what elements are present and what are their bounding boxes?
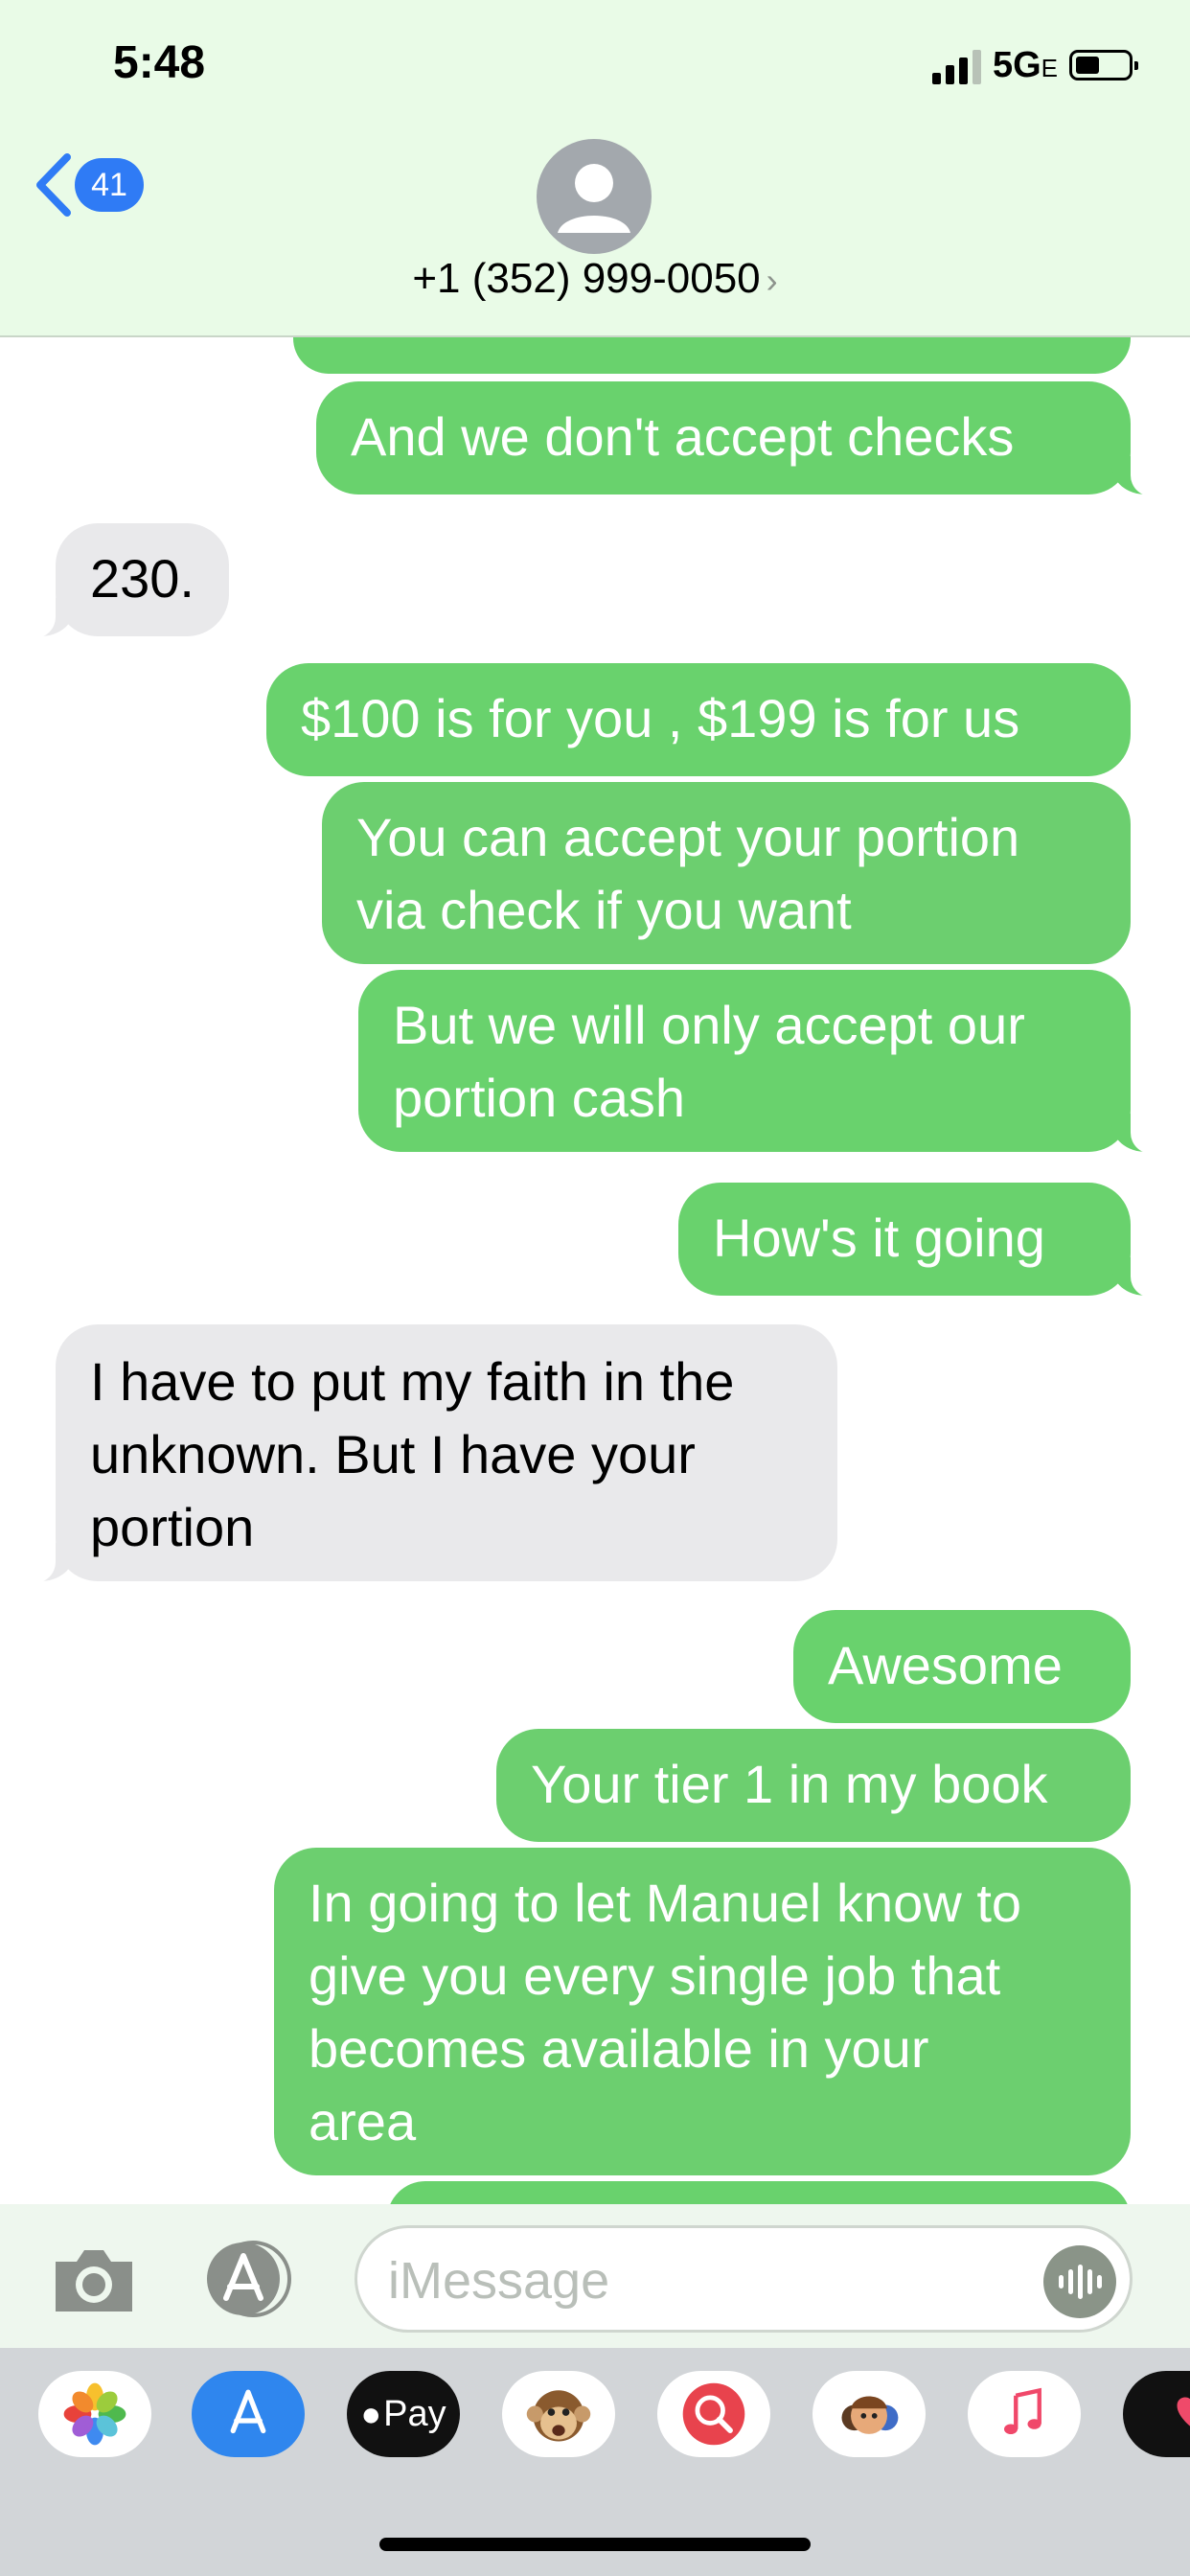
message-bubble-incoming[interactable]: 230. — [19, 523, 229, 638]
photos-icon[interactable] — [38, 2371, 151, 2457]
message-bubble-outgoing[interactable]: $100 is for you , $199 is for us — [266, 663, 1131, 776]
message-input[interactable] — [386, 2245, 1013, 2316]
contact-name-button[interactable]: +1 (352) 999-0050 › — [0, 255, 1190, 303]
message-text-line: give you every single job that — [309, 1945, 1001, 2006]
message-bubble-outgoing[interactable]: And we don't accept checks — [316, 381, 1167, 496]
message-text-line: You can accept your portion — [356, 807, 1020, 867]
music-icon[interactable] — [968, 2371, 1081, 2457]
chevron-left-icon — [36, 153, 71, 217]
message-text: Awesome — [828, 1635, 1063, 1695]
imessage-field[interactable] — [355, 2225, 1133, 2333]
message-text-line: portion — [90, 1497, 255, 1557]
back-button[interactable]: 41 — [29, 151, 144, 218]
message-bubble-outgoing[interactable]: Your tier 1 in my book — [496, 1729, 1131, 1842]
memoji-icon[interactable] — [812, 2371, 926, 2457]
message-text-line: But we will only accept our — [393, 995, 1025, 1055]
message-bubble-outgoing[interactable]: cash — [293, 337, 1131, 374]
contact-avatar[interactable] — [537, 139, 652, 254]
message-bubble-outgoing[interactable]: Awesome — [793, 1610, 1131, 1723]
message-text: cash — [328, 337, 1096, 341]
chevron-right-icon: › — [766, 261, 778, 300]
message-text-line: via check if you want — [356, 880, 852, 940]
message-text: $100 is for you , $199 is for us — [301, 688, 1020, 748]
digital-touch-icon[interactable] — [1123, 2371, 1190, 2457]
message-text: How's it going — [713, 1208, 1045, 1268]
cellular-signal-icon — [931, 46, 981, 84]
camera-icon[interactable] — [48, 2242, 140, 2317]
message-text: Your tier 1 in my book — [531, 1754, 1048, 1814]
message-text-line: becomes available in your — [309, 2018, 929, 2079]
message-text-line: I have to put my faith in the — [90, 1351, 735, 1412]
status-time: 5:48 — [113, 37, 206, 88]
message-bubble-outgoing[interactable]: You can accept your portion via check if… — [322, 782, 1131, 964]
message-text-line: portion cash — [393, 1068, 686, 1128]
network-suffix: E — [1041, 53, 1058, 82]
animoji-icon[interactable] — [502, 2371, 615, 2457]
message-bubble-outgoing[interactable]: How's it going — [678, 1183, 1167, 1298]
message-bubble-incoming[interactable]: I have to put my faith in the unknown. B… — [19, 1324, 837, 1583]
audio-waveform-icon[interactable] — [1043, 2245, 1116, 2318]
network-type: 5GE — [993, 45, 1058, 86]
message-text-line: area — [309, 2091, 417, 2151]
contact-number: +1 (352) 999-0050 — [412, 255, 761, 302]
apple-logo-icon: ● — [360, 2394, 382, 2433]
message-bubble-outgoing[interactable]: But we will only accept our portion cash — [358, 970, 1167, 1154]
message-text: 230. — [90, 548, 195, 609]
home-indicator[interactable] — [379, 2538, 811, 2551]
message-bubble-outgoing[interactable]: In going to let Manuel know to give you … — [274, 1848, 1131, 2175]
apple-pay-icon[interactable]: ● Pay — [347, 2371, 460, 2457]
unread-count-badge: 41 — [75, 158, 144, 212]
person-icon — [558, 164, 630, 233]
app-store-icon[interactable] — [192, 2371, 305, 2457]
conversation-header: 5:48 5GE 41 +1 (352) 999-0050 › — [0, 0, 1190, 337]
message-text-line: In going to let Manuel know to — [309, 1873, 1022, 1933]
network-label: 5G — [992, 44, 1041, 85]
app-store-button-icon[interactable] — [199, 2239, 299, 2319]
battery-icon — [1069, 50, 1138, 80]
message-composer — [0, 2204, 1190, 2348]
apple-pay-label: Pay — [383, 2393, 446, 2434]
web-search-icon[interactable] — [657, 2371, 770, 2457]
message-bubble-outgoing-partial[interactable] — [387, 2181, 1131, 2204]
app-drawer: ● Pay — [0, 2348, 1190, 2576]
status-indicators: 5GE — [931, 42, 1138, 88]
message-thread[interactable]: cash And we don't accept checks 230. $10… — [0, 337, 1190, 2204]
message-text: And we don't accept checks — [351, 406, 1015, 467]
message-text-line: unknown. But I have your — [90, 1424, 696, 1484]
